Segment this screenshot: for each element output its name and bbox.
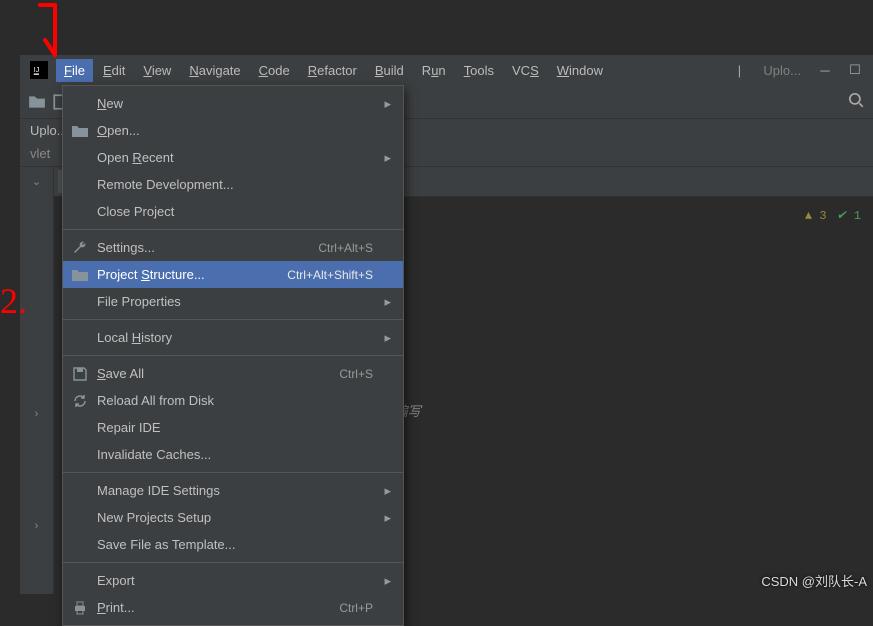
- search-icon[interactable]: [847, 91, 865, 112]
- menu-separator: [63, 562, 403, 563]
- minimize-button[interactable]: ─: [811, 60, 839, 80]
- menu-item-local-history[interactable]: Local History ▸: [63, 324, 403, 351]
- inspection-ok-badge[interactable]: ✔ 1: [837, 205, 861, 227]
- submenu-chevron-icon: ▸: [381, 294, 391, 310]
- menu-item-shortcut: Ctrl+S: [339, 367, 373, 381]
- submenu-chevron-icon: ▸: [381, 510, 391, 526]
- menu-file[interactable]: File: [56, 59, 93, 82]
- maximize-button[interactable]: ☐: [841, 60, 869, 80]
- menu-navigate[interactable]: Navigate: [181, 59, 248, 82]
- menu-item-label: Local History: [97, 330, 365, 345]
- menu-item-save-file-as-template[interactable]: Save File as Template...: [63, 531, 403, 558]
- svg-text:IJ: IJ: [34, 67, 39, 74]
- folder-icon: [71, 125, 89, 137]
- wrench-icon: [71, 240, 89, 256]
- menu-build[interactable]: Build: [367, 59, 412, 82]
- submenu-chevron-icon: ▸: [381, 573, 391, 589]
- menu-item-label: Print...: [97, 600, 331, 615]
- menu-item-file-properties[interactable]: File Properties ▸: [63, 288, 403, 315]
- project-tool-icon[interactable]: [28, 93, 46, 111]
- menu-tools[interactable]: Tools: [456, 59, 502, 82]
- menu-item-print[interactable]: Print... Ctrl+P: [63, 594, 403, 621]
- menu-run[interactable]: Run: [414, 59, 454, 82]
- menu-item-manage-ide-settings[interactable]: Manage IDE Settings ▸: [63, 477, 403, 504]
- app-logo-icon: IJ: [30, 61, 48, 79]
- annotation-number-2: 2.: [0, 280, 27, 322]
- menu-window[interactable]: Window: [549, 59, 611, 82]
- watermark: CSDN @刘队长-A: [761, 571, 867, 590]
- menu-item-label: Open...: [97, 123, 365, 138]
- file-menu-dropdown: New ▸ Open... Open Recent ▸ Remote Developmen…: [62, 85, 404, 626]
- menu-item-save-all[interactable]: Save All Ctrl+S: [63, 360, 403, 387]
- menu-edit[interactable]: Edit: [95, 59, 133, 82]
- save-icon: [71, 366, 89, 382]
- menu-refactor[interactable]: Refactor: [300, 59, 365, 82]
- menu-item-label: Save File as Template...: [97, 537, 365, 552]
- menu-item-new[interactable]: New ▸: [63, 90, 403, 117]
- menu-item-label: Project Structure...: [97, 267, 279, 282]
- menu-item-invalidate-caches[interactable]: Invalidate Caches...: [63, 441, 403, 468]
- print-icon: [71, 600, 89, 616]
- reload-icon: [71, 393, 89, 409]
- menu-item-project-structure[interactable]: Project Structure... Ctrl+Alt+Shift+S: [63, 261, 403, 288]
- menu-item-shortcut: Ctrl+Alt+S: [318, 241, 373, 255]
- menu-item-reload-all-from-disk[interactable]: Reload All from Disk: [63, 387, 403, 414]
- menubar-overflow-icon[interactable]: |: [725, 60, 753, 80]
- menu-item-export[interactable]: Export ▸: [63, 567, 403, 594]
- chevron-down-icon[interactable]: ⌄: [32, 175, 41, 188]
- menu-item-label: Open Recent: [97, 150, 365, 165]
- menu-item-label: Export: [97, 573, 365, 588]
- run-config-label[interactable]: Uplo...: [755, 63, 809, 78]
- menu-item-label: Close Project: [97, 204, 365, 219]
- menu-item-settings[interactable]: Settings... Ctrl+Alt+S: [63, 234, 403, 261]
- submenu-chevron-icon: ▸: [381, 483, 391, 499]
- submenu-chevron-icon: ▸: [381, 330, 391, 346]
- menu-item-label: Manage IDE Settings: [97, 483, 365, 498]
- menu-item-open-recent[interactable]: Open Recent ▸: [63, 144, 403, 171]
- menu-item-new-projects-setup[interactable]: New Projects Setup ▸: [63, 504, 403, 531]
- submenu-chevron-icon: ▸: [381, 96, 391, 112]
- menu-item-shortcut: Ctrl+P: [339, 601, 373, 615]
- menu-item-repair-ide[interactable]: Repair IDE: [63, 414, 403, 441]
- menu-item-remote-development[interactable]: Remote Development...: [63, 171, 403, 198]
- menu-item-label: File Properties: [97, 294, 365, 309]
- chevron-right-icon[interactable]: ›: [35, 520, 39, 532]
- menu-item-label: Repair IDE: [97, 420, 365, 435]
- menu-separator: [63, 229, 403, 230]
- menu-item-label: New: [97, 96, 365, 111]
- submenu-chevron-icon: ▸: [381, 150, 391, 166]
- menu-item-label: Invalidate Caches...: [97, 447, 365, 462]
- folder-icon: [71, 269, 89, 281]
- menu-separator: [63, 472, 403, 473]
- menu-item-close-project[interactable]: Close Project: [63, 198, 403, 225]
- menubar: IJ FileEditViewNavigateCodeRefactorBuild…: [20, 55, 873, 85]
- chevron-right-icon[interactable]: ›: [35, 408, 39, 420]
- menu-item-label: Save All: [97, 366, 331, 381]
- menu-item-shortcut: Ctrl+Alt+Shift+S: [287, 268, 373, 282]
- breadcrumb-text: vlet: [30, 146, 50, 161]
- menu-item-label: Remote Development...: [97, 177, 365, 192]
- menu-view[interactable]: View: [135, 59, 179, 82]
- left-gutter: ⌄ › ›: [20, 167, 54, 594]
- menu-item-open[interactable]: Open...: [63, 117, 403, 144]
- menu-item-label: Settings...: [97, 240, 310, 255]
- menu-separator: [63, 355, 403, 356]
- menu-vcs[interactable]: VCS: [504, 59, 547, 82]
- warning-badge[interactable]: ▲ 3: [805, 205, 827, 227]
- menu-separator: [63, 319, 403, 320]
- menu-code[interactable]: Code: [251, 59, 298, 82]
- menu-item-label: Reload All from Disk: [97, 393, 365, 408]
- menu-item-label: New Projects Setup: [97, 510, 365, 525]
